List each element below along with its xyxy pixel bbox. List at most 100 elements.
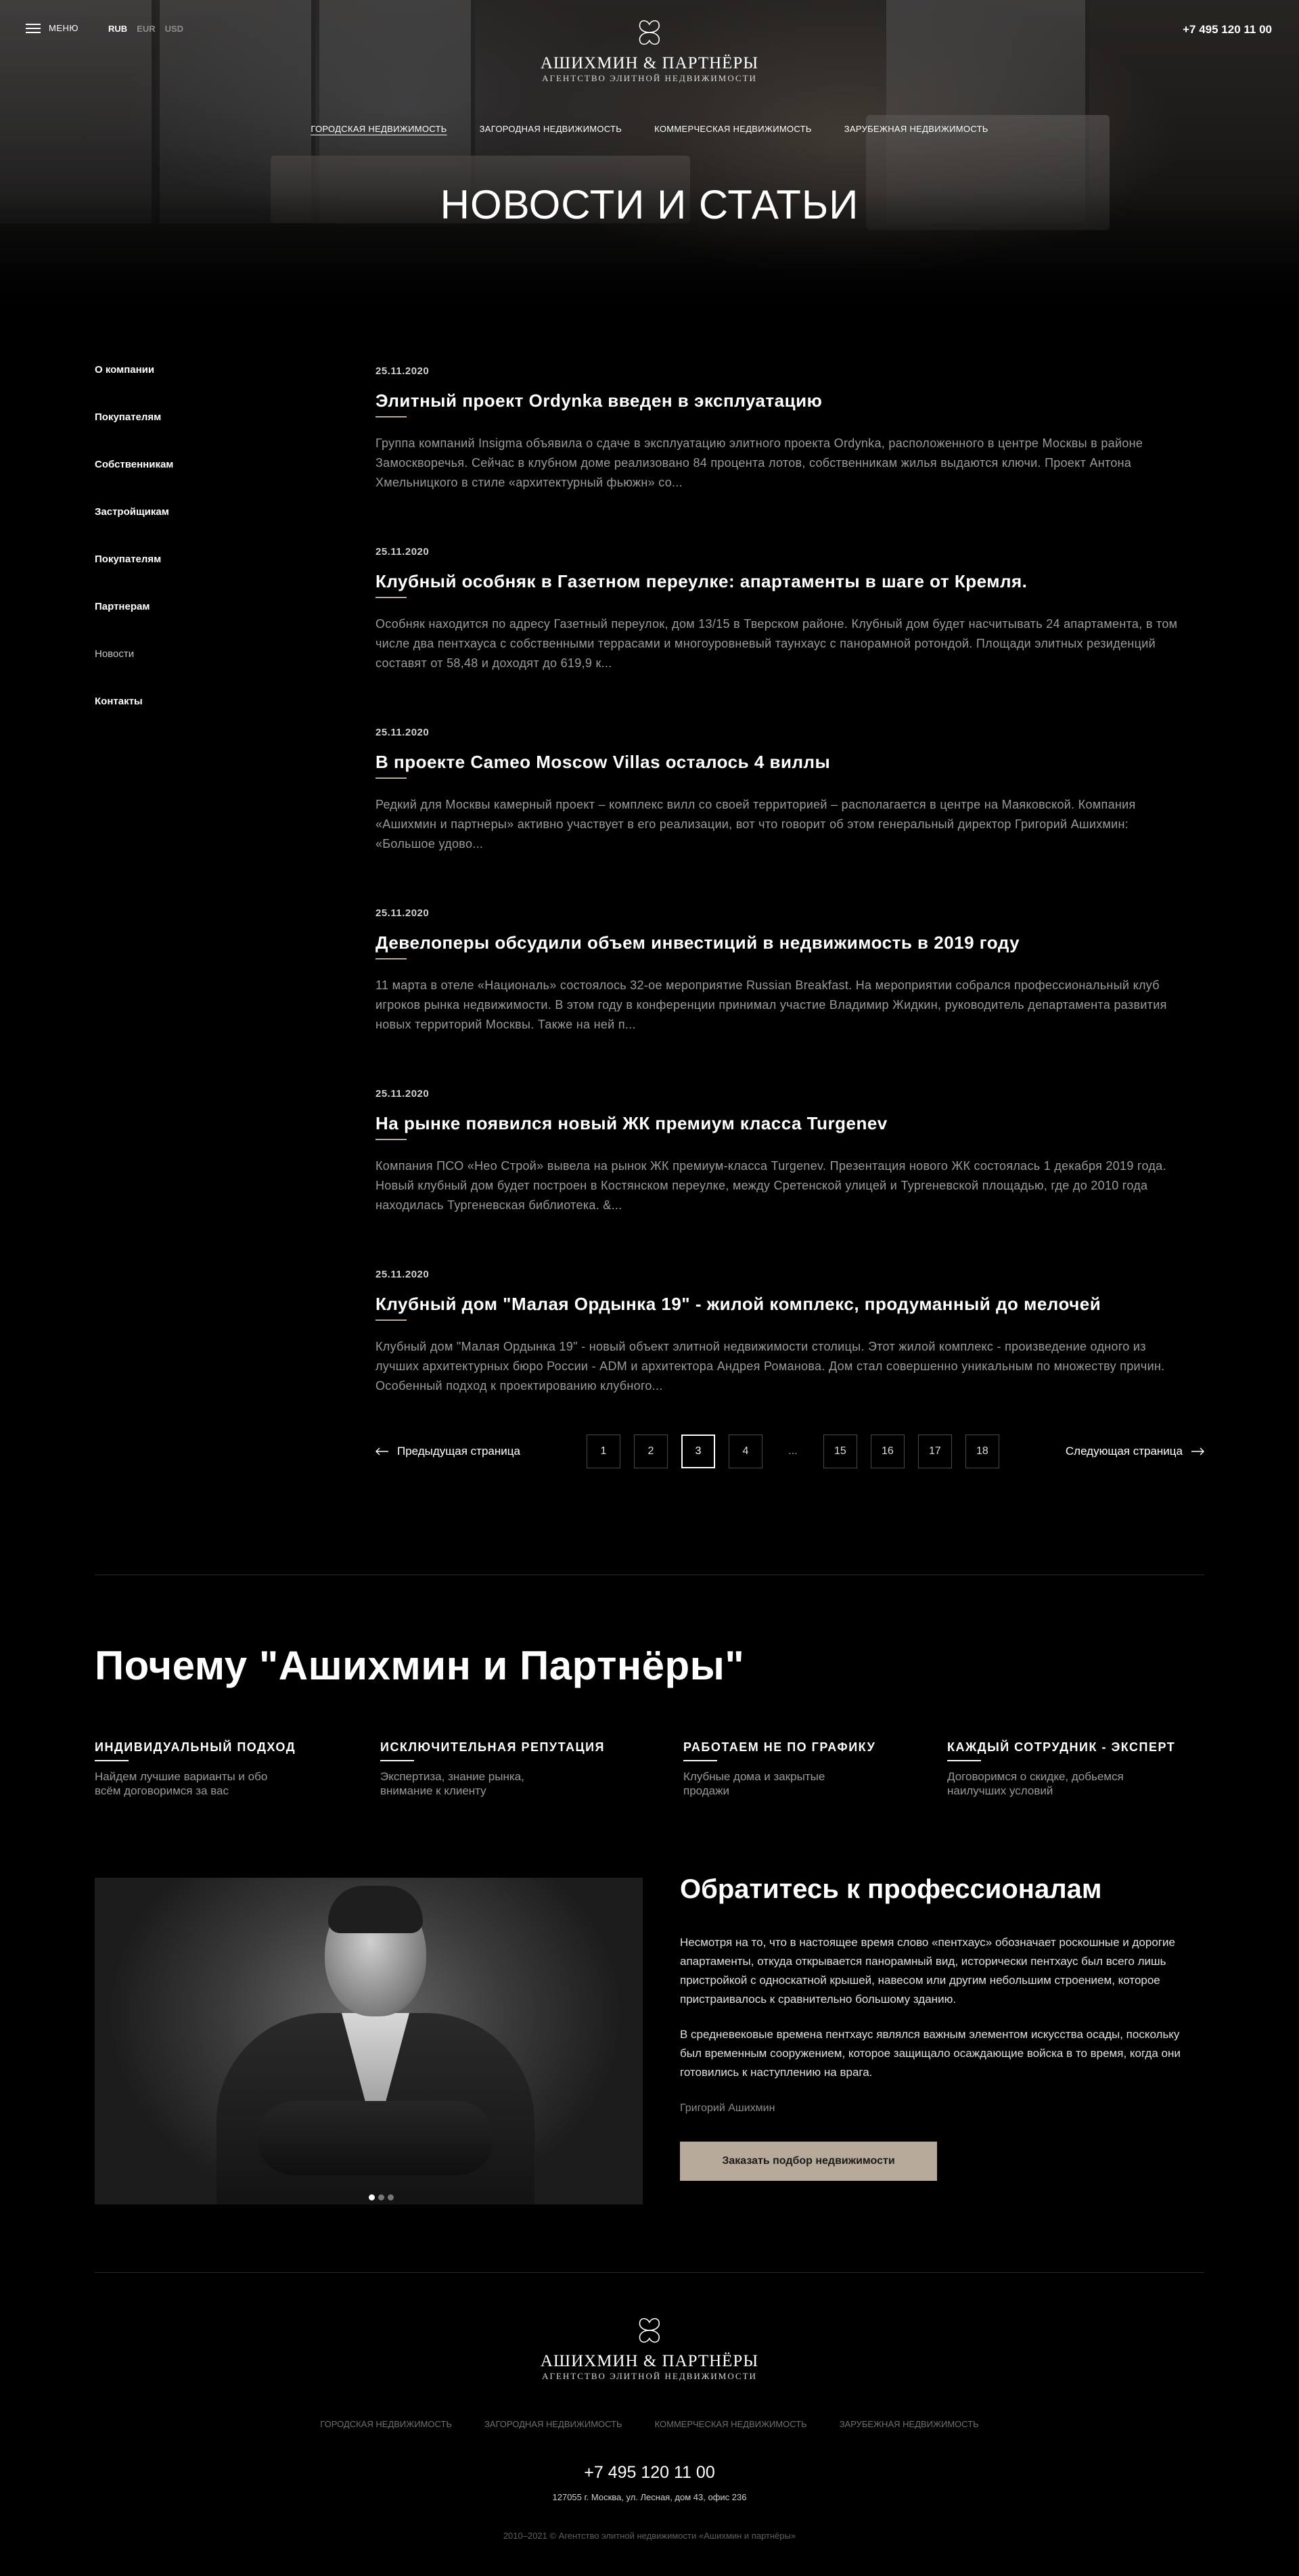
sidebar-item-partners[interactable]: Партнерам	[95, 601, 298, 648]
footer-address: 127055 г. Москва, ул. Лесная, дом 43, оф…	[552, 2492, 747, 2502]
page-button[interactable]: 1	[586, 1434, 620, 1468]
logo-name: АШИХМИН & ПАРТНЁРЫ	[540, 54, 759, 72]
page-title: НОВОСТИ И СТАТЬИ	[440, 182, 859, 227]
contact-signature: Григорий Ашихмин	[680, 2102, 775, 2114]
article-item: 25.11.2020 В проекте Cameo Moscow Villas…	[375, 727, 1208, 907]
footer-logo-subtitle: АГЕНТСТВО ЭЛИТНОЙ НЕДВИЖИМОСТИ	[542, 2371, 757, 2381]
footer-divider	[95, 2272, 1204, 2273]
page-button[interactable]: 2	[633, 1434, 668, 1468]
feature-underline	[95, 1760, 129, 1761]
page-button[interactable]: 17	[917, 1434, 952, 1468]
nav-item-foreign[interactable]: ЗАРУБЕЖНАЯ НЕДВИЖИМОСТЬ	[844, 124, 988, 134]
article-date: 25.11.2020	[375, 546, 430, 558]
article-item: 25.11.2020 Девелоперы обсудили объем инв…	[375, 907, 1208, 1088]
feature-title: РАБОТАЕМ НЕ ПО ГРАФИКУ	[683, 1740, 876, 1754]
next-page-link[interactable]: Следующая страница	[1066, 1445, 1204, 1458]
slider-dots	[369, 2194, 394, 2200]
footer-logo[interactable]: АШИХМИН & ПАРТНЁРЫ АГЕНТСТВО ЭЛИТНОЙ НЕД…	[541, 2313, 758, 2382]
article-title[interactable]: Клубный дом "Малая Ордынка 19" - жилой к…	[375, 1294, 1208, 1315]
feature-item: КАЖДЫЙ СОТРУДНИК - ЭКСПЕРТ Договоримся о…	[947, 1740, 1175, 1798]
menu-button[interactable]: МЕНЮ	[26, 23, 78, 33]
article-excerpt: Редкий для Москвы камерный проект – комп…	[375, 798, 1136, 851]
logo-flower-icon	[639, 2318, 660, 2343]
articles-list: 25.11.2020 Элитный проект Ordynka введен…	[375, 365, 1208, 1449]
page-button[interactable]: 16	[870, 1434, 905, 1468]
article-underline	[375, 777, 407, 779]
feature-title: КАЖДЫЙ СОТРУДНИК - ЭКСПЕРТ	[947, 1740, 1176, 1754]
arrow-right-icon	[1191, 1447, 1204, 1455]
sidebar-item-news[interactable]: Новости	[95, 648, 298, 696]
header-phone[interactable]: +7 495 120 11 00	[1183, 23, 1272, 37]
sidebar-item-buyers-2[interactable]: Покупателям	[95, 553, 298, 601]
sidebar-item-buyers[interactable]: Покупателям	[95, 411, 298, 459]
feature-underline	[683, 1760, 717, 1761]
order-selection-button[interactable]: Заказать подбор недвижимости	[680, 2142, 937, 2181]
pagination: Предыдущая страница 1 2 3 4 ... 15 16 17…	[375, 1434, 1204, 1468]
sidebar-item-developers[interactable]: Застройщикам	[95, 506, 298, 553]
logo-subtitle: АГЕНТСТВО ЭЛИТНОЙ НЕДВИЖИМОСТИ	[542, 73, 757, 83]
header-logo[interactable]: АШИХМИН & ПАРТНЁРЫ АГЕНТСТВО ЭЛИТНОЙ НЕД…	[541, 15, 758, 84]
contact-paragraph: Несмотря на то, что в настоящее время сл…	[680, 1936, 1175, 2006]
page-button-current[interactable]: 3	[681, 1434, 715, 1468]
article-date: 25.11.2020	[375, 1088, 430, 1100]
article-underline	[375, 416, 407, 417]
article-title[interactable]: Клубный особняк в Газетном переулке: апа…	[375, 571, 1208, 592]
article-date: 25.11.2020	[375, 727, 430, 738]
sidebar-item-contacts[interactable]: Контакты	[95, 696, 298, 743]
slider-dot[interactable]	[369, 2194, 375, 2200]
article-excerpt: Клубный дом "Малая Ордынка 19" - новый о…	[375, 1340, 1165, 1393]
page-button[interactable]: 18	[965, 1434, 999, 1468]
article-excerpt: 11 марта в отеле «Националь» состоялось …	[375, 978, 1167, 1031]
currency-switcher: RUB EUR USD	[108, 24, 183, 34]
article-title[interactable]: Девелоперы обсудили объем инвестиций в н…	[375, 932, 1208, 953]
article-title[interactable]: Элитный проект Ordynka введен в эксплуат…	[375, 390, 1208, 411]
footer-phone[interactable]: +7 495 120 11 00	[0, 2463, 1299, 2483]
feature-text: Клубные дома и закрытые продажи	[683, 1770, 825, 1797]
article-date: 25.11.2020	[375, 365, 430, 377]
page-button[interactable]: 4	[728, 1434, 762, 1468]
prev-page-label: Предыдущая страница	[397, 1445, 520, 1458]
contact-title: Обратитесь к профессионалам	[680, 1874, 1102, 1904]
article-title[interactable]: На рынке появился новый ЖК премиум класс…	[375, 1113, 1208, 1134]
currency-usd[interactable]: USD	[165, 24, 183, 34]
feature-item: ИНДИВИДУАЛЬНЫЙ ПОДХОД Найдем лучшие вари…	[95, 1740, 296, 1798]
nav-item-commercial[interactable]: КОММЕРЧЕСКАЯ НЕДВИЖИМОСТЬ	[654, 124, 812, 134]
footer-nav-item[interactable]: ЗАГОРОДНАЯ НЕДВИЖИМОСТЬ	[484, 2419, 622, 2429]
article-underline	[375, 958, 407, 959]
director-photo	[95, 1878, 643, 2205]
sidebar: О компании Покупателям Собственникам Зас…	[95, 364, 298, 743]
feature-underline	[380, 1760, 414, 1761]
sidebar-item-about[interactable]: О компании	[95, 364, 298, 411]
why-title: Почему "Ашихмин и Партнёры"	[95, 1643, 745, 1688]
feature-title: ИСКЛЮЧИТЕЛЬНАЯ РЕПУТАЦИЯ	[380, 1740, 605, 1754]
slider-dot[interactable]	[388, 2194, 394, 2200]
arrow-left-icon	[375, 1447, 388, 1455]
next-page-label: Следующая страница	[1065, 1445, 1183, 1458]
article-date: 25.11.2020	[375, 907, 430, 919]
footer-nav-item[interactable]: ЗАРУБЕЖНАЯ НЕДВИЖИМОСТЬ	[840, 2419, 979, 2429]
article-title[interactable]: В проекте Cameo Moscow Villas осталось 4…	[375, 752, 1208, 773]
feature-text: Договоримся о скидке, добьемся наилучших …	[947, 1770, 1124, 1797]
menu-label: МЕНЮ	[49, 23, 79, 33]
logo-flower-icon	[639, 20, 660, 45]
slider-dot[interactable]	[378, 2194, 384, 2200]
article-item: 25.11.2020 На рынке появился новый ЖК пр…	[375, 1088, 1208, 1269]
currency-eur[interactable]: EUR	[137, 24, 155, 34]
contact-paragraph: В средневековые времена пентхаус являлся…	[680, 2028, 1181, 2079]
feature-item: ИСКЛЮЧИТЕЛЬНАЯ РЕПУТАЦИЯ Экспертиза, зна…	[380, 1740, 605, 1798]
footer-nav-item[interactable]: ГОРОДСКАЯ НЕДВИЖИМОСТЬ	[320, 2419, 452, 2429]
sidebar-item-owners[interactable]: Собственникам	[95, 459, 298, 506]
hero-header: МЕНЮ RUB EUR USD АШИХМИН & ПАРТНЁРЫ АГЕН…	[0, 0, 1299, 325]
article-underline	[375, 1319, 407, 1321]
prev-page-link[interactable]: Предыдущая страница	[375, 1445, 520, 1458]
footer-copyright: 2010–2021 © Агентство элитной недвижимос…	[503, 2531, 796, 2541]
article-item: 25.11.2020 Элитный проект Ordynka введен…	[375, 365, 1208, 546]
article-underline	[375, 1139, 407, 1140]
nav-item-country[interactable]: ЗАГОРОДНАЯ НЕДВИЖИМОСТЬ	[480, 124, 622, 134]
currency-rub[interactable]: RUB	[108, 24, 127, 34]
nav-item-city[interactable]: ГОРОДСКАЯ НЕДВИЖИМОСТЬ	[311, 124, 447, 134]
footer-logo-name: АШИХМИН & ПАРТНЁРЫ	[540, 2352, 759, 2370]
page-button[interactable]: 15	[823, 1434, 857, 1468]
footer-nav-item[interactable]: КОММЕРЧЕСКАЯ НЕДВИЖИМОСТЬ	[655, 2419, 807, 2429]
top-nav: ГОРОДСКАЯ НЕДВИЖИМОСТЬ ЗАГОРОДНАЯ НЕДВИЖ…	[0, 124, 1299, 134]
